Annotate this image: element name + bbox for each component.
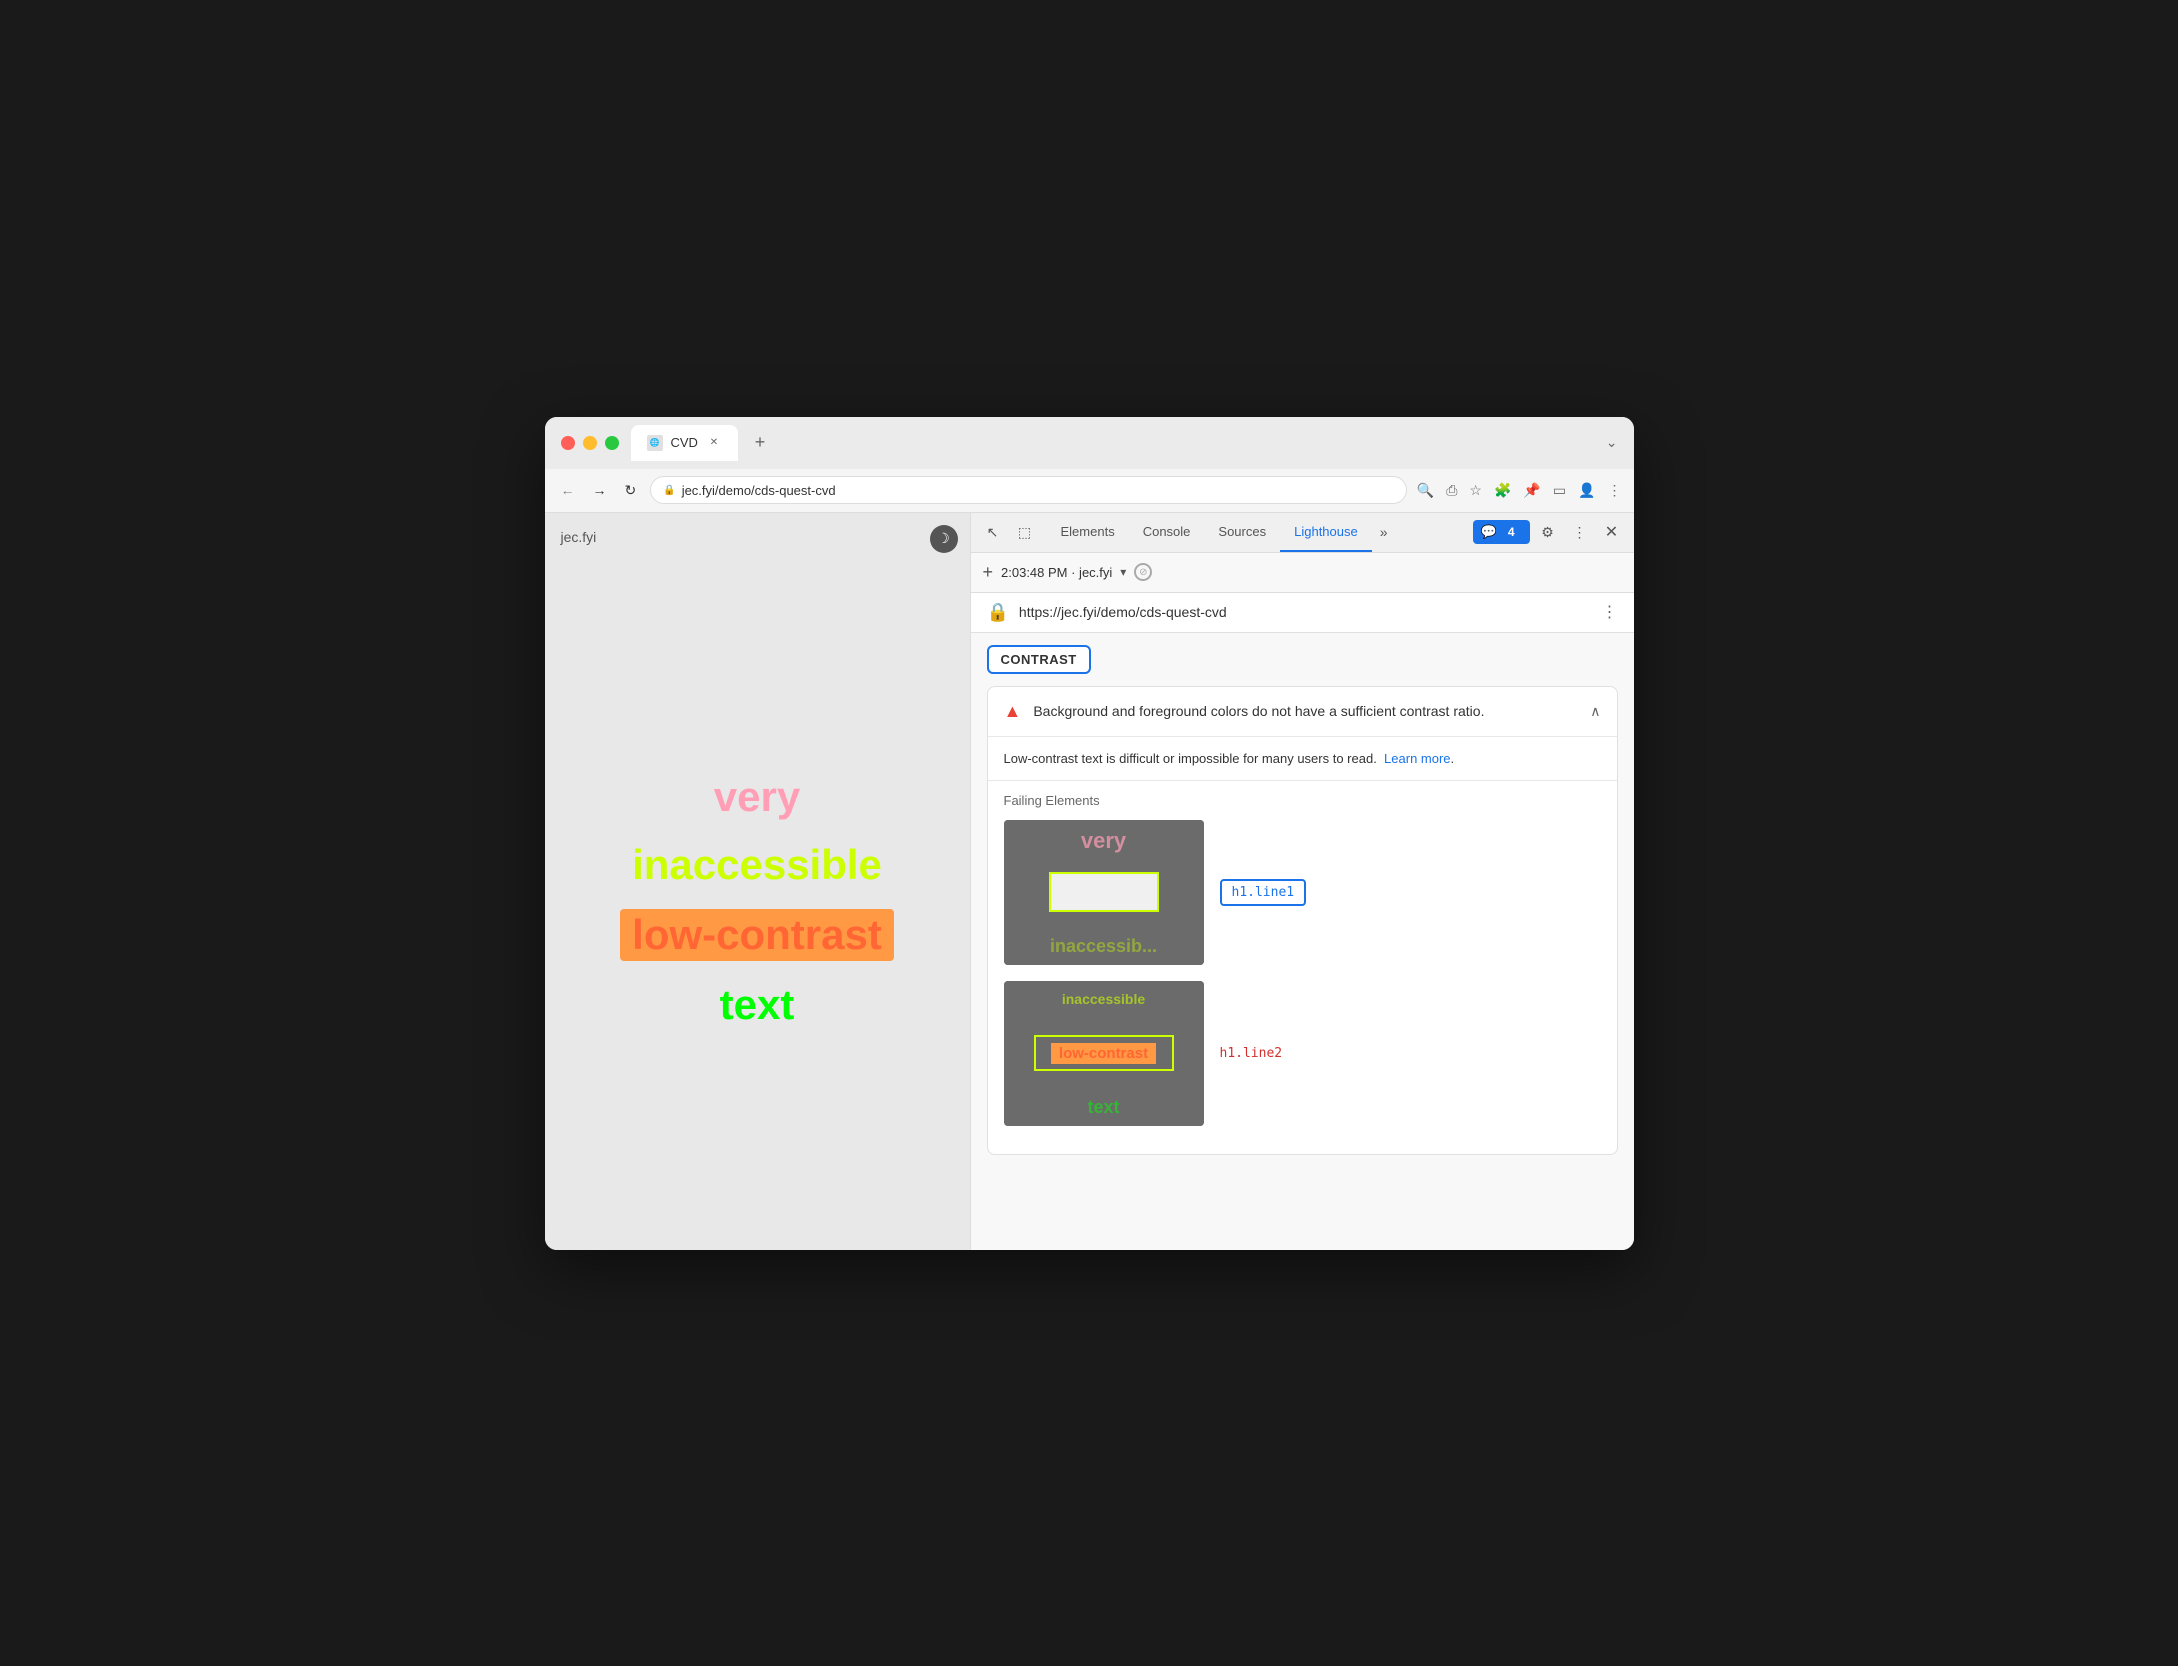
- settings-icon[interactable]: ⚙: [1534, 518, 1562, 546]
- lighthouse-timestamp: 2:03:48 PM · jec.fyi: [1001, 565, 1112, 580]
- thumb1-highlight: [1049, 872, 1159, 912]
- devtools-menu-icon[interactable]: ⋮: [1566, 518, 1594, 546]
- traffic-lights: [561, 436, 619, 450]
- thumb2-text-bottom: text: [1087, 1097, 1119, 1118]
- text-text: text: [720, 981, 795, 1029]
- audit-content: ▲ Background and foreground colors do no…: [971, 686, 1634, 1250]
- lighthouse-header: + 2:03:48 PM · jec.fyi ▾ ⊘: [971, 553, 1634, 593]
- audit-url: https://jec.fyi/demo/cds-quest-cvd: [1019, 604, 1592, 620]
- url-more-button[interactable]: ⋮: [1602, 602, 1618, 622]
- tab-lighthouse[interactable]: Lighthouse: [1280, 513, 1372, 553]
- minimize-traffic-light[interactable]: [583, 436, 597, 450]
- back-button[interactable]: ←: [557, 478, 579, 502]
- maximize-traffic-light[interactable]: [605, 436, 619, 450]
- element-selector-1[interactable]: h1.line1: [1220, 879, 1307, 906]
- element-picker-icon[interactable]: ↖: [979, 518, 1007, 546]
- url-display: jec.fyi/demo/cds-quest-cvd: [682, 483, 836, 498]
- menu-icon[interactable]: ⋮: [1608, 482, 1622, 499]
- pin-icon[interactable]: 📌: [1523, 482, 1540, 499]
- active-tab[interactable]: 🌐 CVD ✕: [631, 425, 738, 461]
- search-icon[interactable]: 🔍: [1417, 482, 1434, 499]
- lighthouse-dropdown-icon[interactable]: ▾: [1120, 565, 1126, 579]
- page-preview: jec.fyi ☽ very inaccessible low-contrast…: [545, 513, 970, 1250]
- devtools-actions: 💬 4 ⚙ ⋮ ✕: [1473, 518, 1626, 546]
- chat-button[interactable]: 💬 4: [1473, 520, 1530, 544]
- demo-text-area: very inaccessible low-contrast text: [620, 573, 894, 1230]
- tab-close-button[interactable]: ✕: [706, 435, 722, 451]
- audit-warning-icon: ▲: [1004, 701, 1022, 722]
- title-bar: 🌐 CVD ✕ + ⌄: [545, 417, 1634, 469]
- tab-sources[interactable]: Sources: [1204, 513, 1280, 553]
- thumbnail-1: very inaccessib...: [1004, 820, 1204, 965]
- contrast-badge[interactable]: CONTRAST: [987, 645, 1091, 674]
- chat-badge: 4: [1501, 523, 1522, 541]
- audit-header: ▲ Background and foreground colors do no…: [988, 687, 1617, 737]
- refresh-button[interactable]: ↻: [621, 478, 641, 503]
- audit-description: Low-contrast text is difficult or imposs…: [988, 737, 1617, 781]
- thumb2-highlight: low-contrast: [1034, 1035, 1174, 1071]
- tab-favicon: 🌐: [647, 435, 663, 451]
- audit-collapse-button[interactable]: ∧: [1590, 703, 1600, 720]
- tab-bar: 🌐 CVD ✕ + ⌄: [631, 425, 1618, 461]
- learn-more-link[interactable]: Learn more: [1384, 751, 1450, 766]
- new-tab-button[interactable]: +: [746, 429, 774, 457]
- tab-title: CVD: [671, 435, 698, 450]
- extension-icon[interactable]: 🧩: [1494, 482, 1511, 499]
- profile-icon[interactable]: 👤: [1578, 482, 1595, 499]
- thumb2-inaccessible-text: inaccessible: [1062, 991, 1145, 1007]
- browser-window: 🌐 CVD ✕ + ⌄ ← → ↻ 🔒 jec.fyi/demo/cds-que…: [545, 417, 1634, 1250]
- lock-icon: 🔒: [663, 485, 675, 496]
- devtools-toolbar: ↖ ⬚ Elements Console Sources Lighthouse: [971, 513, 1634, 553]
- forward-button[interactable]: →: [589, 478, 611, 502]
- device-toolbar-icon[interactable]: ⬚: [1011, 518, 1039, 546]
- failing-item: very inaccessib... h1.line1: [1004, 820, 1601, 965]
- lighthouse-add-button[interactable]: +: [983, 562, 994, 583]
- contrast-badge-area: CONTRAST: [971, 633, 1634, 686]
- devtools-close-button[interactable]: ✕: [1598, 518, 1626, 546]
- chat-icon: 💬: [1481, 524, 1497, 540]
- devtools-panel: ↖ ⬚ Elements Console Sources Lighthouse: [970, 513, 1634, 1250]
- tab-list-chevron[interactable]: ⌄: [1606, 434, 1618, 451]
- very-text: very: [714, 773, 800, 821]
- close-traffic-light[interactable]: [561, 436, 575, 450]
- share-icon[interactable]: ⎙: [1446, 482, 1457, 499]
- moon-icon: ☽: [937, 530, 950, 547]
- site-name: jec.fyi: [561, 529, 597, 545]
- tab-console[interactable]: Console: [1129, 513, 1205, 553]
- thumb1-very-text: very: [1081, 828, 1126, 854]
- url-row: 🔒 https://jec.fyi/demo/cds-quest-cvd ⋮: [971, 593, 1634, 633]
- lighthouse-block-button[interactable]: ⊘: [1134, 563, 1152, 581]
- address-bar: ← → ↻ 🔒 jec.fyi/demo/cds-quest-cvd 🔍 ⎙ ☆…: [545, 469, 1634, 513]
- address-input[interactable]: 🔒 jec.fyi/demo/cds-quest-cvd: [650, 476, 1407, 504]
- low-contrast-text: low-contrast: [620, 909, 894, 961]
- element-selector-2[interactable]: h1.line2: [1220, 1046, 1283, 1061]
- inaccessible-text: inaccessible: [632, 841, 882, 889]
- thumbnail-2: inaccessible low-contrast text: [1004, 981, 1204, 1126]
- tab-elements[interactable]: Elements: [1047, 513, 1129, 553]
- dark-mode-toggle[interactable]: ☽: [930, 525, 958, 553]
- failing-item-2: inaccessible low-contrast text h1.line2: [1004, 981, 1601, 1126]
- audit-title: Background and foreground colors do not …: [1033, 703, 1578, 719]
- failing-elements-label: Failing Elements: [1004, 793, 1601, 808]
- failing-elements-section: Failing Elements very inaccessib...: [988, 781, 1617, 1154]
- audit-card: ▲ Background and foreground colors do no…: [987, 686, 1618, 1155]
- bookmark-icon[interactable]: ☆: [1469, 482, 1482, 499]
- sidebar-icon[interactable]: ▭: [1553, 482, 1566, 499]
- thumb1-bottom-text: inaccessib...: [1050, 936, 1157, 957]
- more-tabs-button[interactable]: »: [1372, 524, 1396, 540]
- browser-actions: 🔍 ⎙ ☆ 🧩 📌 ▭ 👤 ⋮: [1417, 482, 1622, 499]
- browser-content: jec.fyi ☽ very inaccessible low-contrast…: [545, 513, 1634, 1250]
- thumb2-low-contrast: low-contrast: [1051, 1043, 1156, 1064]
- devtools-tabs: Elements Console Sources Lighthouse »: [1047, 513, 1469, 553]
- warning-url-icon: 🔒: [987, 602, 1009, 623]
